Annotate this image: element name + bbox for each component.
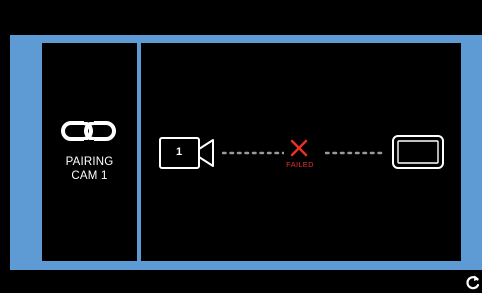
monitor-icon bbox=[392, 135, 444, 169]
pairing-title: PAIRING bbox=[65, 156, 114, 168]
camera-number: 1 bbox=[175, 146, 183, 158]
status-label: FAILED bbox=[286, 160, 314, 169]
pairing-screen: PAIRING CAM 1 1 FAILED bbox=[0, 0, 482, 293]
link-icon bbox=[61, 120, 116, 142]
connection-dots-left bbox=[222, 151, 284, 155]
connection-dots-right bbox=[325, 151, 385, 155]
pairing-camera-label: CAM 1 bbox=[71, 170, 108, 182]
refresh-icon[interactable] bbox=[465, 274, 481, 291]
close-icon bbox=[290, 139, 308, 157]
pairing-sidebar bbox=[42, 43, 137, 261]
